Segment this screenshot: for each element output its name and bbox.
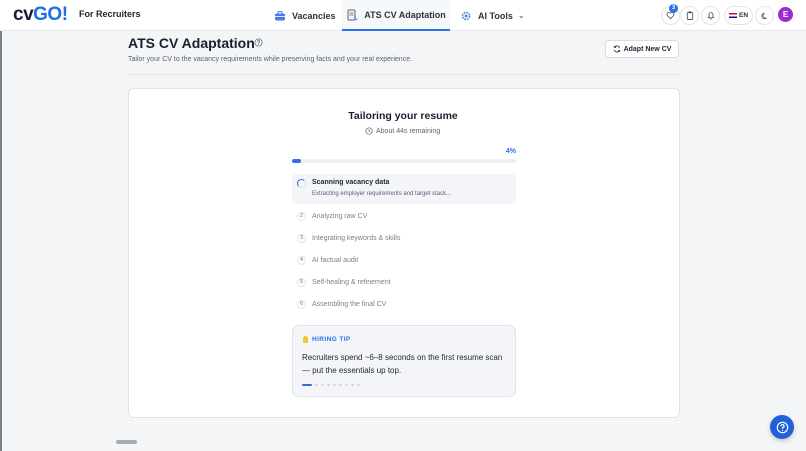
adapt-new-cv-button[interactable]: Adapt New CV <box>605 40 679 58</box>
clipboard-icon <box>686 11 693 20</box>
chevron-down-icon: ⌄ <box>517 11 525 20</box>
avatar[interactable]: E <box>778 7 793 22</box>
hiring-tip-label: HIRING TIP <box>303 336 351 343</box>
step-item: 3 Integrating keywords & skills <box>297 233 400 243</box>
bell-icon <box>706 12 715 20</box>
tip-dot[interactable] <box>333 384 336 386</box>
moon-icon <box>760 12 767 19</box>
tip-dot[interactable] <box>351 384 354 386</box>
active-step-description: Extracting employer requirements and tar… <box>312 191 452 197</box>
notifications-button[interactable] <box>701 6 720 25</box>
divider <box>128 74 680 75</box>
step-item: 5 Self-healing & refinement <box>297 277 391 287</box>
tip-dot[interactable] <box>327 384 330 386</box>
tip-dot[interactable] <box>315 384 318 386</box>
language-selector[interactable]: EN <box>724 6 753 25</box>
page-subtitle: Tailor your CV to the vacancy requiremen… <box>128 56 413 63</box>
hiring-tip-text: Recruiters spend ~6–8 seconds on the fir… <box>302 353 503 375</box>
flag-icon <box>728 13 737 18</box>
theme-toggle-button[interactable] <box>755 6 774 25</box>
progress-title: Tailoring your resume <box>348 110 458 122</box>
step-item: 4 AI factual audit <box>297 255 358 265</box>
clipboard-button[interactable] <box>680 6 699 25</box>
briefcase-icon <box>275 10 285 20</box>
step-item: 2 Analyzing raw CV <box>297 211 367 221</box>
progress-bar-fill <box>292 159 301 163</box>
refresh-icon <box>613 45 620 53</box>
tip-dot[interactable] <box>345 384 348 386</box>
step-item: 6 Assembling the final CV <box>297 299 386 309</box>
tip-dot[interactable] <box>357 384 360 386</box>
active-step-title: Scanning vacancy data <box>312 179 390 186</box>
gear-icon <box>461 11 471 20</box>
top-bar: cvGO! For Recruiters Vacancies ATS CV Ad… <box>0 0 806 31</box>
tip-pagination <box>302 384 363 386</box>
tab-ats-cv-adaptation[interactable]: ATS CV Adaptation <box>342 0 450 31</box>
for-recruiters-link[interactable]: For Recruiters <box>79 9 141 19</box>
page-title: ATS CV Adaptation <box>128 35 255 51</box>
tip-dot[interactable] <box>302 384 312 386</box>
logo[interactable]: cvGO! <box>13 4 68 26</box>
clock-icon <box>365 127 373 135</box>
notification-badge: 3 <box>669 4 678 13</box>
help-button[interactable] <box>770 415 794 439</box>
tip-dot[interactable] <box>321 384 324 386</box>
progress-bar <box>292 159 516 163</box>
time-remaining: About 44s remaining <box>365 127 440 135</box>
window-edge <box>0 31 2 451</box>
spinner-icon <box>297 179 306 188</box>
help-circle-icon <box>776 421 788 433</box>
document-icon <box>347 9 358 20</box>
horizontal-scrollbar[interactable] <box>116 440 137 444</box>
progress-percent: 4% <box>505 148 516 155</box>
tab-vacancies[interactable]: Vacancies <box>274 0 336 31</box>
tip-dot[interactable] <box>339 384 342 386</box>
help-circle-icon[interactable] <box>254 38 263 47</box>
lightbulb-icon <box>303 336 308 343</box>
tab-ai-tools[interactable]: AI Tools ⌄ <box>460 0 525 31</box>
